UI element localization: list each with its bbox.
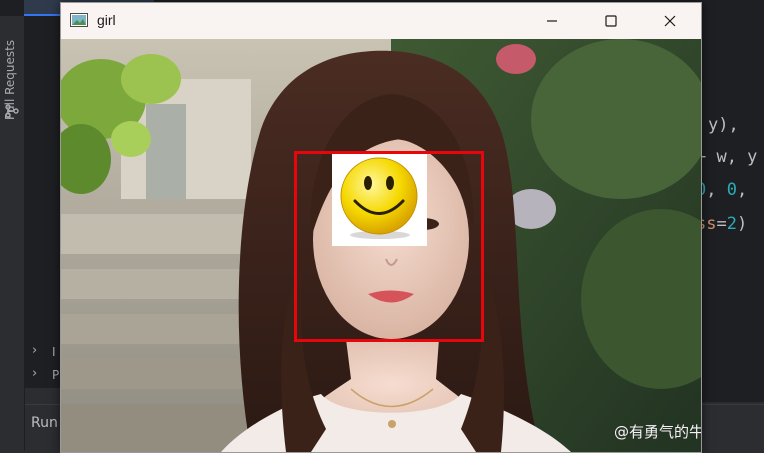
- expand-arrow-icon[interactable]: ›: [32, 366, 37, 381]
- face-detection-box: [294, 151, 484, 342]
- run-tab[interactable]: Run: [31, 415, 58, 431]
- minimize-icon: [547, 20, 557, 22]
- expand-arrow-icon[interactable]: ›: [32, 343, 37, 358]
- tree-item-label[interactable]: I: [52, 345, 56, 359]
- close-icon: [664, 15, 676, 27]
- code-line: ss=2): [696, 214, 747, 234]
- code-token: + w, y: [696, 147, 758, 167]
- code-line: 0, 0,: [696, 180, 747, 200]
- code-token: =: [716, 214, 727, 234]
- app-window-icon: [70, 13, 88, 27]
- code-token: 0: [726, 180, 737, 200]
- image-canvas[interactable]: @有勇气的牛排: [61, 39, 701, 452]
- watermark: @有勇气的牛排: [614, 423, 701, 441]
- merge-icon[interactable]: [5, 104, 19, 118]
- code-token: ): [736, 214, 748, 234]
- close-button[interactable]: [647, 3, 693, 39]
- editor-scroll-area: [700, 380, 764, 402]
- code-token: 2: [726, 214, 737, 234]
- code-token: y),: [708, 115, 739, 135]
- window-title: girl: [97, 12, 116, 28]
- maximize-button[interactable]: [588, 3, 634, 39]
- window-titlebar[interactable]: girl: [61, 3, 701, 39]
- image-window: girl @有勇气的牛: [60, 2, 702, 453]
- code-token: ,: [736, 180, 748, 200]
- minimize-button[interactable]: [529, 3, 575, 39]
- tree-item-label[interactable]: P: [52, 368, 59, 382]
- code-line: + w, y: [696, 147, 757, 167]
- code-token: ,: [706, 180, 727, 200]
- maximize-icon: [605, 15, 617, 27]
- code-line: y),: [708, 115, 739, 135]
- ide-tool-strip: Pull Requests: [0, 16, 25, 451]
